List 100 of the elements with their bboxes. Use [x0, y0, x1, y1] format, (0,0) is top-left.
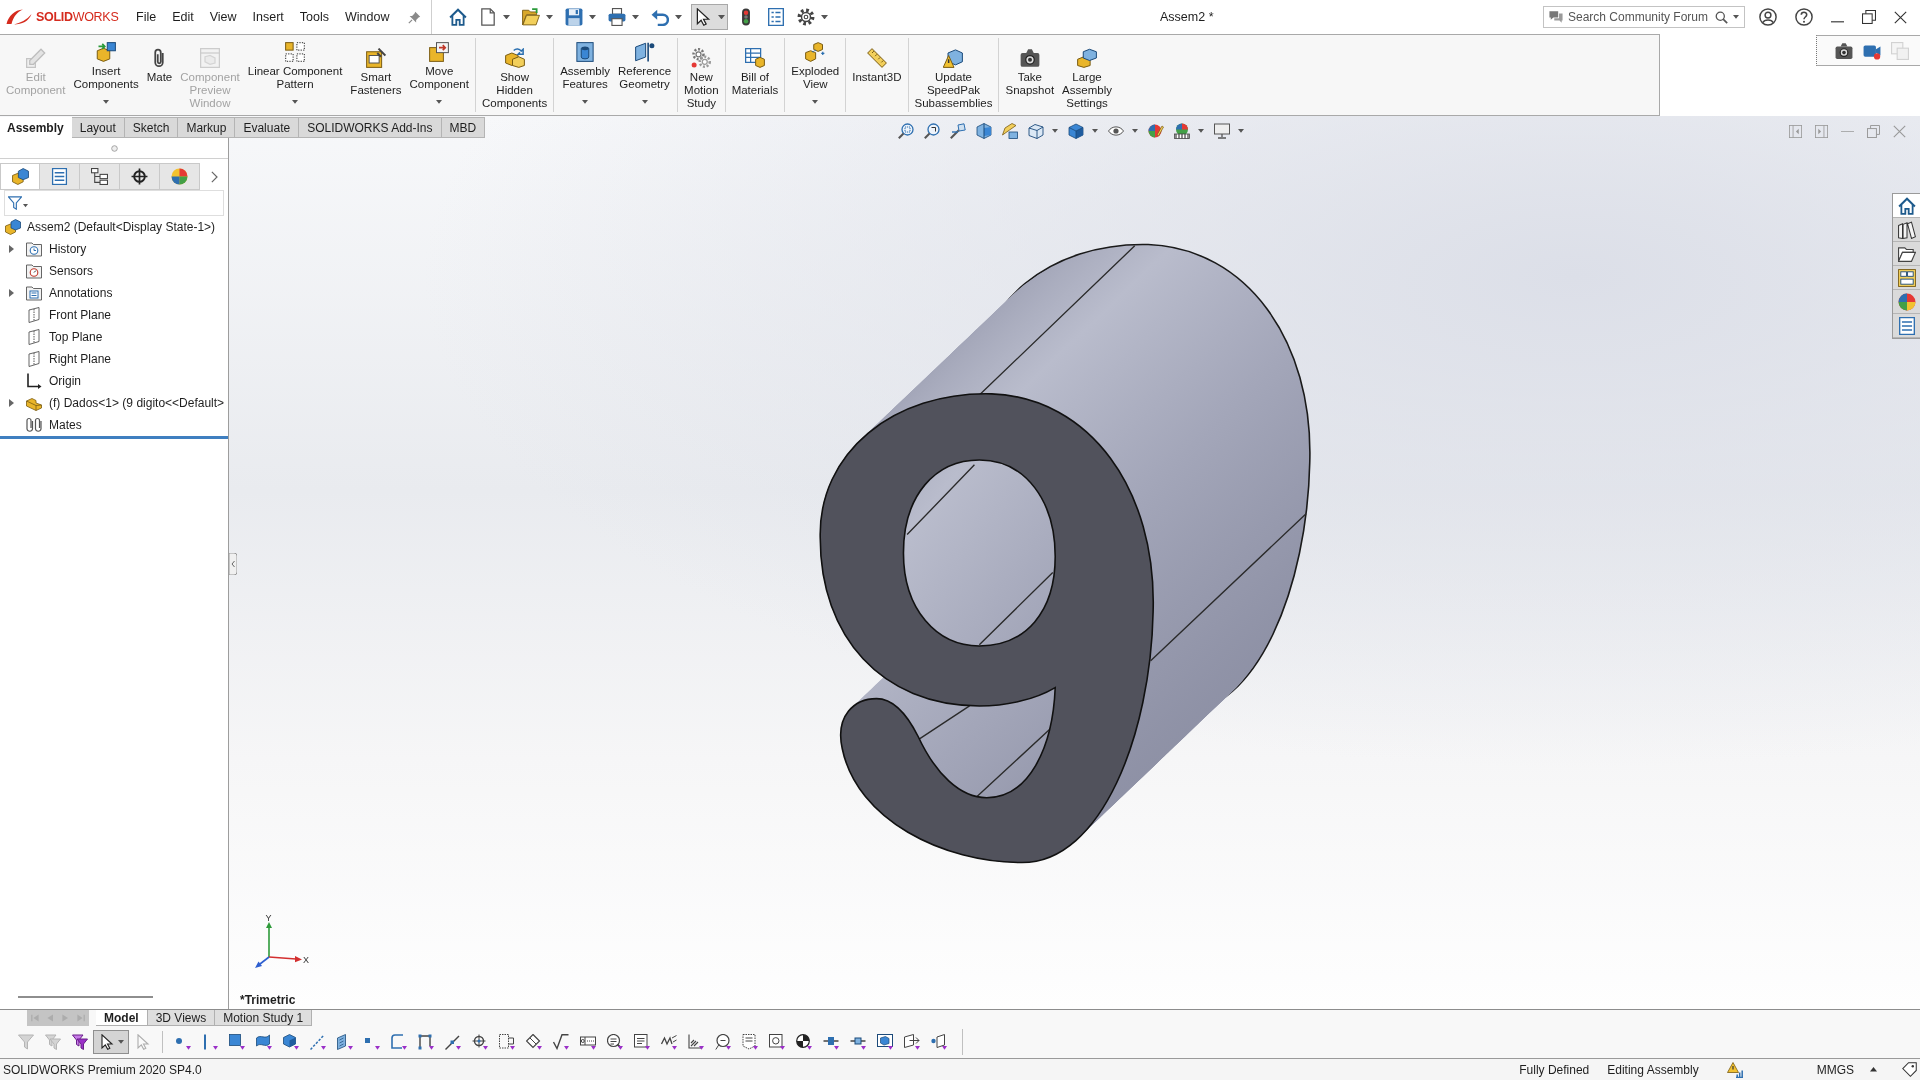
table-part-icon	[744, 48, 765, 68]
units-selector[interactable]: MMGS	[1816, 1062, 1854, 1077]
ribbon-button[interactable]: Update SpeedPak Subassemblies	[910, 38, 997, 112]
tree-item[interactable]: Sensors	[0, 260, 228, 282]
tree-item[interactable]: Right Plane	[0, 348, 228, 370]
window-icon	[200, 48, 220, 68]
toolbar-button[interactable]	[690, 4, 728, 30]
frame-box-icon	[579, 1034, 596, 1050]
tree-item[interactable]: Assem2 (Default<Display State-1>)	[0, 216, 228, 238]
caret-icon[interactable]	[1733, 15, 1739, 19]
command-tab[interactable]: Sketch	[124, 117, 179, 138]
command-tab[interactable]: Markup	[178, 117, 236, 138]
filter-toolbar-button[interactable]	[93, 1030, 129, 1054]
tree-item[interactable]: Origin	[0, 370, 228, 392]
view-toolbar-button[interactable]	[1068, 123, 1098, 139]
pie-chart-icon	[171, 168, 188, 185]
expand-arrow-icon[interactable]	[9, 289, 14, 297]
ribbon-button[interactable]: Linear Component Pattern	[243, 38, 347, 112]
sphere-pencil-icon	[1148, 123, 1164, 139]
ribbon-button[interactable]: Mate	[142, 38, 177, 112]
funnels-icon	[71, 1034, 88, 1050]
horizontal-scrollbar[interactable]	[18, 996, 153, 998]
task-pane-tab[interactable]	[1893, 218, 1920, 242]
folder-clock-icon	[26, 241, 42, 257]
close-icon[interactable]	[1894, 10, 1907, 24]
command-tab[interactable]: Evaluate	[235, 117, 300, 138]
ribbon-button[interactable]: Large Assembly Settings	[1058, 38, 1116, 112]
search-icon[interactable]	[1715, 10, 1728, 24]
ribbon-button[interactable]: Instant3D	[848, 38, 906, 112]
caret-icon	[717, 14, 725, 20]
view-toolbar-button[interactable]	[1108, 126, 1138, 136]
chevron-right-icon[interactable]	[211, 170, 218, 183]
search-field[interactable]: Search Community Forum	[1543, 6, 1745, 28]
pin-icon[interactable]	[407, 10, 421, 24]
view-toolbar-button[interactable]	[1002, 123, 1018, 139]
tag-icon[interactable]	[1902, 1062, 1917, 1077]
ribbon-button[interactable]: Assembly Features	[556, 38, 615, 112]
camera-icon[interactable]	[1835, 41, 1853, 60]
root-symbol-icon	[552, 1034, 569, 1050]
ribbon-button[interactable]: Move Component	[405, 38, 473, 112]
warning-chart-icon[interactable]	[1726, 1061, 1743, 1078]
view-toolbar-button[interactable]	[1174, 123, 1204, 139]
view-toolbar-button[interactable]	[1214, 123, 1244, 139]
ribbon-button[interactable]: Smart Fasteners	[346, 38, 406, 112]
tree-item[interactable]: Top Plane	[0, 326, 228, 348]
command-tab[interactable]: Layout	[71, 117, 125, 138]
view-toolbar-button[interactable]	[1028, 123, 1058, 139]
ribbon-button[interactable]: Show Hidden Components	[477, 38, 552, 112]
tree-item[interactable]: (f) Dados<1> (9 digito<<Default>	[0, 392, 228, 414]
ribbon-button[interactable]: Exploded View	[787, 38, 844, 112]
tile-left-icon[interactable]	[1789, 125, 1802, 138]
menu-item[interactable]: File	[128, 8, 165, 26]
caret-icon[interactable]	[23, 204, 28, 208]
model-tab[interactable]: Motion Study 1	[215, 1010, 313, 1026]
settings-icon	[796, 8, 815, 26]
bracket-icon	[390, 1034, 407, 1050]
restore-icon[interactable]	[1862, 10, 1876, 24]
command-tab[interactable]: SOLIDWORKS Add-Ins	[299, 117, 442, 138]
tree-item[interactable]: Mates	[0, 414, 228, 436]
filter-icon[interactable]	[8, 196, 22, 210]
caret-icon	[436, 100, 443, 104]
view-toolbar-button[interactable]	[976, 123, 992, 139]
tree-item[interactable]: Front Plane	[0, 304, 228, 326]
tree-item[interactable]: History	[0, 238, 228, 260]
help-icon[interactable]	[1795, 8, 1813, 26]
model-tab[interactable]: Model	[96, 1010, 148, 1026]
task-pane-tab[interactable]	[1893, 266, 1920, 290]
ribbon-button[interactable]: New Motion Study	[680, 38, 723, 112]
collapse-handle-icon[interactable]	[229, 553, 237, 575]
ribbon-button[interactable]: Insert Components	[69, 38, 143, 112]
menu-item[interactable]: Window	[337, 8, 398, 26]
command-tab[interactable]: MBD	[441, 117, 486, 138]
view-toolbar-button[interactable]	[898, 123, 914, 139]
menu-item[interactable]: Insert	[244, 8, 292, 26]
menu-item[interactable]: View	[201, 8, 245, 26]
zoom-area-icon	[924, 123, 940, 139]
view-toolbar-button[interactable]	[950, 123, 966, 139]
command-tab[interactable]: Assembly	[0, 117, 72, 138]
task-pane-tab[interactable]	[1893, 194, 1920, 218]
user-icon[interactable]	[1759, 8, 1777, 26]
tile-right-icon[interactable]	[1815, 125, 1828, 138]
task-pane-tab[interactable]	[1893, 314, 1920, 338]
expand-arrow-icon[interactable]	[9, 245, 14, 253]
grip-handle-icon[interactable]	[110, 144, 118, 152]
panel-tab[interactable]	[80, 163, 120, 190]
expand-arrow-icon[interactable]	[9, 399, 14, 407]
model-tab[interactable]: 3D Views	[147, 1010, 216, 1026]
minimize-icon[interactable]	[1831, 21, 1844, 23]
ribbon-button[interactable]: Bill of Materials	[727, 38, 783, 112]
panel-tab[interactable]	[120, 163, 160, 190]
ribbon-button[interactable]: Reference Geometry	[614, 38, 676, 112]
up-caret-icon[interactable]	[1870, 1067, 1877, 1072]
square-icon	[228, 1034, 245, 1050]
folder-icon	[26, 285, 42, 301]
menu-item[interactable]: Edit	[164, 8, 202, 26]
zoom-fit-icon	[898, 123, 914, 139]
menu-item[interactable]: Tools	[291, 8, 338, 26]
ribbon-button[interactable]: Take Snapshot	[1001, 38, 1059, 112]
tree-item[interactable]: Annotations	[0, 282, 228, 304]
view-toolbar-button[interactable]	[924, 123, 940, 139]
